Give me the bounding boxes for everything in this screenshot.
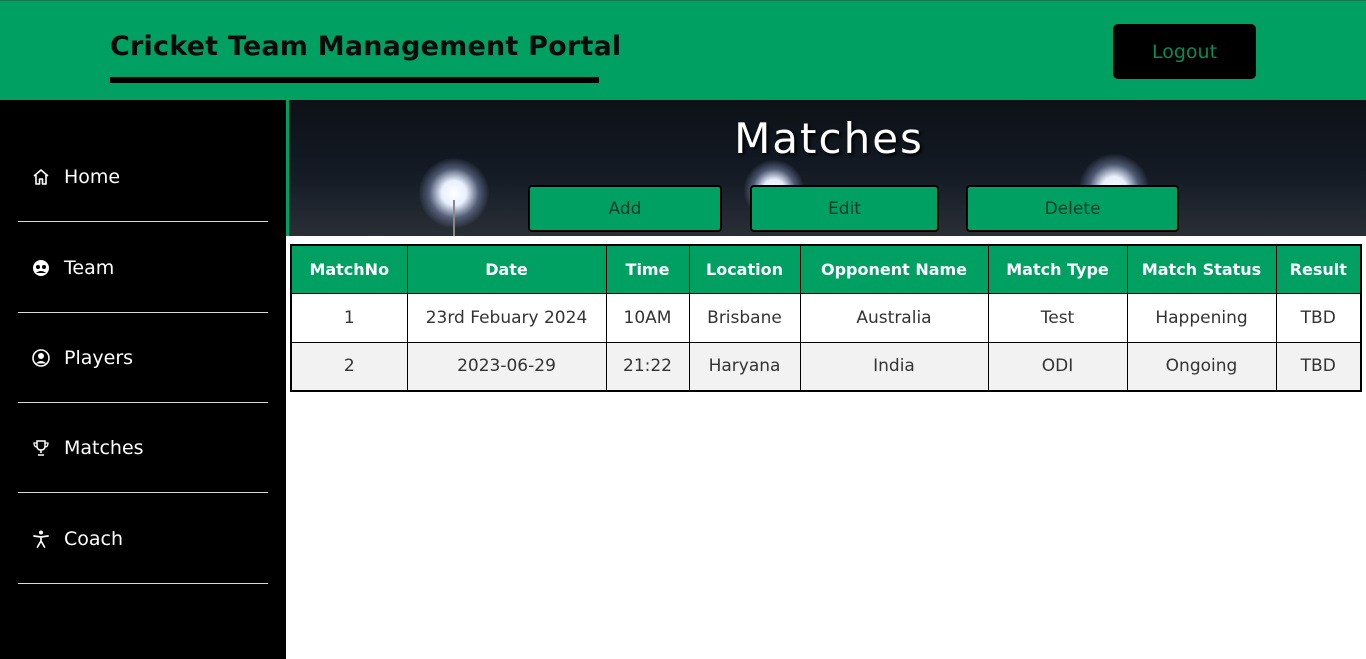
table-cell: Australia	[799, 292, 989, 343]
table-cell: Happening	[1126, 292, 1277, 343]
column-header: Match Type	[987, 244, 1128, 294]
sidebar: Home Team Players Matches Coach	[0, 100, 286, 659]
matches-table: MatchNo Date Time Location Opponent Name…	[290, 244, 1362, 392]
trophy-icon	[30, 437, 52, 459]
table-cell: 10AM	[605, 292, 690, 343]
page-title: Matches	[734, 114, 924, 163]
table-cell: Haryana	[688, 341, 801, 392]
sidebar-item-players[interactable]: Players	[18, 313, 268, 403]
delete-button[interactable]: Delete	[966, 185, 1179, 232]
column-header: Match Status	[1126, 244, 1277, 294]
column-header: Date	[406, 244, 607, 294]
light-pole	[453, 200, 455, 236]
portal-title: Cricket Team Management Portal	[110, 31, 622, 62]
column-header: Time	[605, 244, 690, 294]
sidebar-item-label: Team	[64, 256, 115, 279]
main-content: Matches Add Edit Delete MatchNo Date Tim…	[286, 100, 1366, 659]
player-icon	[30, 347, 52, 369]
stadium-banner: Matches Add Edit Delete	[286, 100, 1366, 236]
table-cell: ODI	[987, 341, 1128, 392]
table-row[interactable]: 1 23rd Febuary 2024 10AM Brisbane Austra…	[290, 292, 1362, 343]
add-button[interactable]: Add	[528, 185, 722, 232]
table-cell: 23rd Febuary 2024	[406, 292, 607, 343]
table-cell: TBD	[1275, 292, 1362, 343]
table-cell: India	[799, 341, 989, 392]
table-header-row: MatchNo Date Time Location Opponent Name…	[290, 244, 1362, 294]
table-cell: Ongoing	[1126, 341, 1277, 392]
table-cell: 2023-06-29	[406, 341, 607, 392]
table-cell: TBD	[1275, 341, 1362, 392]
column-header: MatchNo	[290, 244, 408, 294]
sidebar-item-team[interactable]: Team	[18, 223, 268, 313]
table-row[interactable]: 2 2023-06-29 21:22 Haryana India ODI Ong…	[290, 341, 1362, 392]
logout-button[interactable]: Logout	[1113, 24, 1256, 79]
column-header: Opponent Name	[799, 244, 989, 294]
coach-icon	[30, 528, 52, 550]
sidebar-item-label: Matches	[64, 436, 144, 459]
table-cell: Test	[987, 292, 1128, 343]
sidebar-item-label: Players	[64, 346, 134, 369]
sidebar-item-home[interactable]: Home	[18, 132, 268, 222]
sidebar-item-label: Coach	[64, 527, 124, 550]
sidebar-item-matches[interactable]: Matches	[18, 403, 268, 493]
edit-button[interactable]: Edit	[750, 185, 939, 232]
table-cell: 1	[290, 292, 408, 343]
column-header: Location	[688, 244, 801, 294]
column-header: Result	[1275, 244, 1362, 294]
app-header: Cricket Team Management Portal Logout	[0, 0, 1366, 100]
team-icon	[30, 257, 52, 279]
table-cell: 21:22	[605, 341, 690, 392]
table-cell: Brisbane	[688, 292, 801, 343]
title-underline	[110, 77, 599, 83]
sidebar-item-coach[interactable]: Coach	[18, 494, 268, 584]
home-icon	[30, 166, 52, 188]
sidebar-item-label: Home	[64, 165, 121, 188]
table-cell: 2	[290, 341, 408, 392]
